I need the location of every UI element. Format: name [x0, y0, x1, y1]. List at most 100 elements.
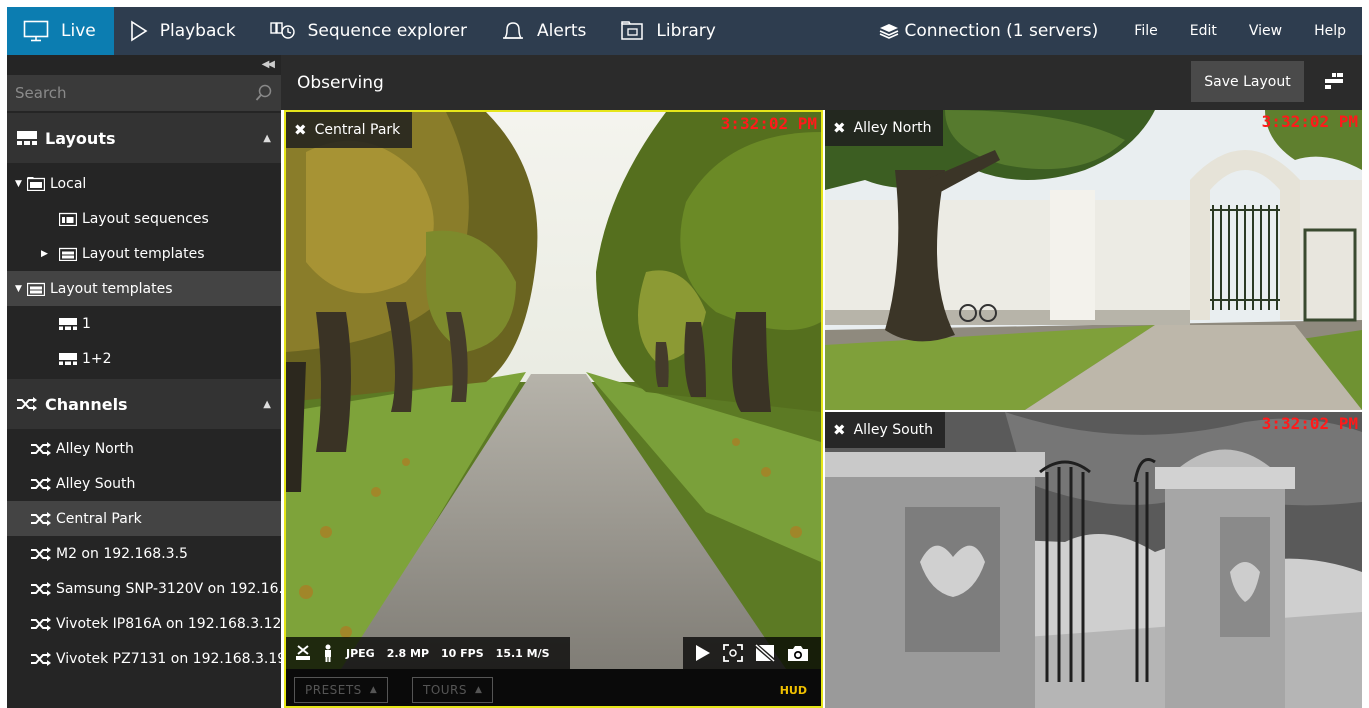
channel-label: Alley North	[56, 440, 134, 457]
tree-item-label: 1+2	[82, 350, 112, 367]
connection-label: Connection (1 servers)	[904, 21, 1099, 41]
sidebar: ◀◀ Layouts ▲ ▼ Local Lay	[7, 55, 281, 708]
search-icon[interactable]	[255, 84, 273, 102]
tab-library[interactable]: Library	[604, 7, 733, 55]
tile-title-bar: ✖ Alley South	[825, 412, 945, 448]
channel-label: Alley South	[56, 475, 136, 492]
connection-status[interactable]: Connection (1 servers)	[879, 21, 1119, 41]
tours-label: TOURS	[423, 683, 468, 697]
tab-library-label: Library	[656, 21, 716, 41]
search-input[interactable]	[15, 84, 255, 102]
channel-item-samsung[interactable]: Samsung SNP-3120V on 192.16...	[7, 571, 281, 606]
collapse-caret-icon[interactable]: ▲	[263, 133, 271, 144]
layout-template-icon	[59, 247, 77, 261]
channel-label: Central Park	[56, 510, 142, 527]
layout-switch-icon[interactable]	[1325, 73, 1343, 89]
expanded-triangle-icon[interactable]: ▼	[15, 179, 27, 189]
nav-right-group: Connection (1 servers) File Edit View He…	[879, 7, 1362, 55]
tile-camera-name: Central Park	[314, 122, 401, 138]
channel-item-alley-north[interactable]: Alley North	[7, 431, 281, 466]
layouts-title: Layouts	[45, 128, 116, 148]
tile-camera-name: Alley South	[853, 422, 933, 438]
person-detection-icon[interactable]	[322, 644, 334, 662]
play-icon[interactable]	[695, 644, 711, 662]
shuffle-icon	[31, 651, 51, 666]
close-tile-icon[interactable]: ✖	[294, 121, 307, 139]
camera-tile-alley-north[interactable]: ✖ Alley North 3:32:02 PM	[825, 110, 1362, 410]
page-title: Observing	[297, 72, 384, 93]
layout-grid-icon	[59, 317, 77, 330]
expanded-triangle-icon[interactable]: ▼	[15, 284, 27, 294]
shuffle-icon	[31, 581, 51, 596]
layout-grid-icon	[17, 131, 37, 145]
collapse-sidebar-icon[interactable]: ◀◀	[262, 59, 275, 70]
tile-timestamp: 3:32:02 PM	[1261, 112, 1358, 131]
tab-playback[interactable]: Playback	[114, 7, 254, 55]
tours-button[interactable]: TOURS ▲	[412, 677, 494, 703]
camera-snapshot-icon[interactable]	[787, 644, 809, 662]
hud-toggle[interactable]: HUD	[780, 684, 807, 697]
channels-section-header[interactable]: Channels ▲	[7, 379, 281, 429]
sequence-icon	[269, 22, 295, 39]
shuffle-icon	[31, 441, 51, 456]
channel-item-m2[interactable]: M2 on 192.168.3.5	[7, 536, 281, 571]
tree-item-label: Local	[50, 175, 87, 192]
channel-label: Vivotek IP816A on 192.168.3.12	[56, 615, 281, 632]
presets-label: PRESETS	[305, 683, 362, 697]
tree-item-template-1[interactable]: 1	[7, 306, 281, 341]
tree-item-layout-templates[interactable]: ▼ Layout templates	[7, 271, 281, 306]
library-icon	[621, 21, 644, 40]
tree-item-layout-templates-local[interactable]: ▶ Layout templates	[7, 236, 281, 271]
close-tile-icon[interactable]: ✖	[833, 421, 846, 439]
monitor-icon	[23, 20, 49, 42]
channel-item-vivotek-ip816a[interactable]: Vivotek IP816A on 192.168.3.12	[7, 606, 281, 641]
channel-label: M2 on 192.168.3.5	[56, 545, 188, 562]
layout-grid-icon	[59, 352, 77, 365]
caret-up-icon: ▲	[475, 685, 483, 695]
top-navigation-bar: Live Playback Sequence explorer Alerts L…	[7, 7, 1362, 55]
channel-label: Samsung SNP-3120V on 192.16...	[56, 580, 281, 597]
stream-fps: 10 FPS	[441, 646, 484, 660]
camera-tile-alley-south[interactable]: ✖ Alley South 3:32:02 PM	[825, 412, 1362, 708]
layouts-section-header[interactable]: Layouts ▲	[7, 113, 281, 163]
collapsed-triangle-icon[interactable]: ▶	[41, 249, 53, 259]
channels-title: Channels	[45, 394, 128, 414]
tile-timestamp: 3:32:02 PM	[1261, 414, 1358, 433]
tile-bottom-bar: PRESETS ▲ TOURS ▲ HUD	[286, 669, 821, 706]
presets-button[interactable]: PRESETS ▲	[294, 677, 389, 703]
tab-sequence-explorer[interactable]: Sequence explorer	[254, 7, 485, 55]
save-layout-button[interactable]: Save Layout	[1191, 61, 1304, 102]
no-image-icon[interactable]	[755, 644, 775, 662]
tile-controls	[683, 637, 821, 669]
tree-item-label: 1	[82, 315, 91, 332]
collapse-caret-icon[interactable]: ▲	[263, 399, 271, 410]
menu-help[interactable]: Help	[1298, 23, 1362, 39]
tree-item-label: Layout templates	[82, 245, 205, 262]
menu-edit[interactable]: Edit	[1174, 23, 1233, 39]
camera-feed-central-park	[286, 112, 821, 669]
tree-item-layout-sequences[interactable]: Layout sequences	[7, 201, 281, 236]
tree-item-template-1-2[interactable]: 1+2	[7, 341, 281, 376]
camera-feed-alley-north	[825, 110, 1362, 410]
menu-view[interactable]: View	[1233, 23, 1298, 39]
caret-up-icon: ▲	[369, 685, 378, 695]
channel-item-vivotek-pz7131[interactable]: Vivotek PZ7131 on 192.168.3.19	[7, 641, 281, 676]
tree-item-local[interactable]: ▼ Local	[7, 166, 281, 201]
tree-item-label: Layout templates	[50, 280, 173, 297]
search-box	[7, 75, 281, 111]
no-record-icon[interactable]	[294, 644, 312, 662]
bell-icon	[503, 22, 524, 39]
fullscreen-icon[interactable]	[723, 644, 743, 662]
tab-live[interactable]: Live	[7, 7, 114, 55]
tab-alerts[interactable]: Alerts	[485, 7, 604, 55]
channel-item-alley-south[interactable]: Alley South	[7, 466, 281, 501]
tab-sequence-explorer-label: Sequence explorer	[307, 21, 468, 41]
stream-codec: JPEG	[346, 646, 375, 660]
menu-file[interactable]: File	[1118, 23, 1173, 39]
channel-item-central-park[interactable]: Central Park	[7, 501, 281, 536]
shuffle-icon	[31, 546, 51, 561]
camera-tile-central-park[interactable]: ✖ Central Park 3:32:02 PM JPEG 2.8 MP 10…	[284, 110, 823, 708]
close-tile-icon[interactable]: ✖	[833, 119, 846, 137]
tile-timestamp: 3:32:02 PM	[720, 114, 817, 133]
tile-title-bar: ✖ Central Park	[286, 112, 413, 148]
